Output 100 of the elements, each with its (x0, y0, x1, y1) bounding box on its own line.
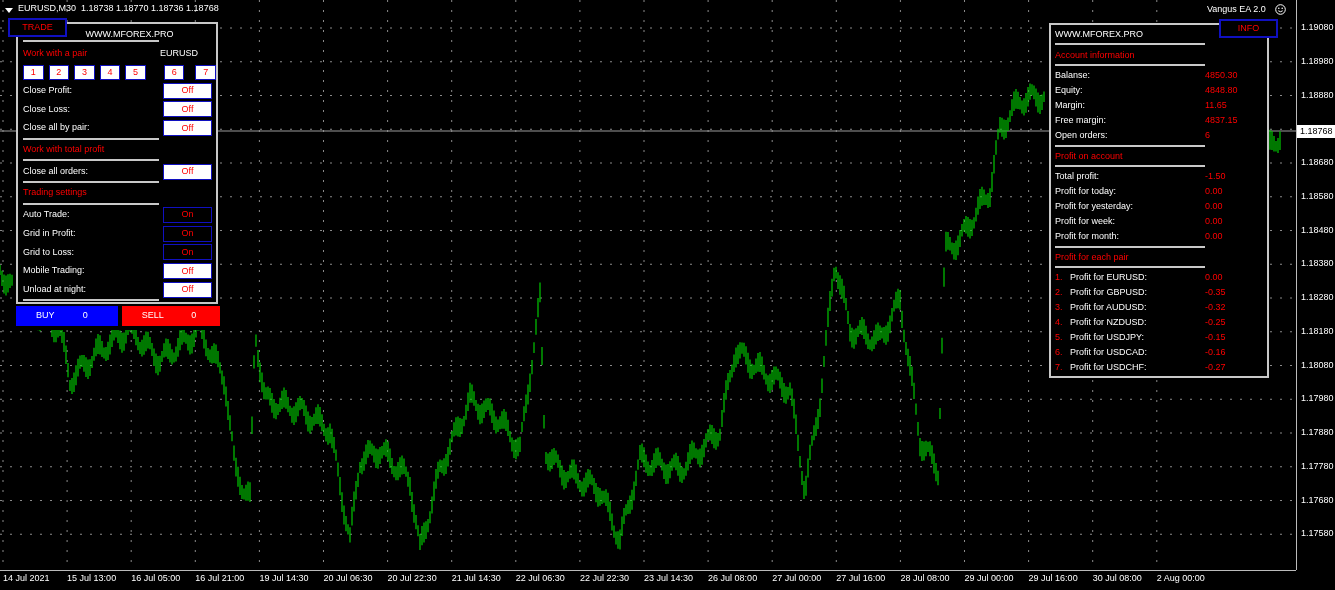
time-label: 27 Jul 16:00 (836, 574, 886, 583)
time-label: 22 Jul 22:30 (579, 574, 629, 583)
info-label: Profit for AUDUSD: (1070, 300, 1148, 314)
section-heading: Trading settings (23, 186, 88, 200)
toggle-button[interactable]: Off (163, 101, 212, 118)
info-label: Profit for USDCAD: (1070, 345, 1148, 359)
info-value: 0.00 (1205, 214, 1223, 228)
info-label: Margin: (1055, 98, 1086, 112)
section-heading: Work with total profit (23, 143, 106, 157)
price-label: 1.19080 (1301, 23, 1334, 32)
section-heading: Account information (1055, 49, 1136, 62)
time-label: 15 Jul 13:00 (67, 574, 117, 583)
section-heading: Work with a pair (23, 46, 89, 60)
trade-tab[interactable]: TRADE (8, 18, 67, 37)
time-label: 27 Jul 00:00 (772, 574, 822, 583)
price-bars-drawing (0, 264, 13, 296)
time-label: 28 Jul 08:00 (900, 574, 950, 583)
buy-button[interactable]: BUY 0 (16, 306, 118, 326)
setting-label: Close Loss: (23, 102, 72, 116)
info-value: -0.27 (1205, 360, 1226, 374)
info-label: Profit for USDJPY: (1070, 330, 1146, 344)
setting-label: Grid in Profit: (23, 226, 77, 240)
info-label: Profit for month: (1055, 229, 1121, 243)
toggle-button[interactable]: On (163, 225, 212, 242)
info-value: -0.15 (1205, 330, 1226, 344)
row-number: 6. (1055, 345, 1064, 359)
row-number: 7. (1055, 360, 1064, 374)
time-label: 29 Jul 00:00 (964, 574, 1014, 583)
time-label: 30 Jul 08:00 (1092, 574, 1142, 583)
section-heading: Profit for each pair (1055, 251, 1130, 264)
dropdown-icon[interactable] (5, 8, 13, 13)
info-label: Equity: (1055, 83, 1084, 97)
time-label: 16 Jul 05:00 (131, 574, 181, 583)
info-value: -0.16 (1205, 345, 1226, 359)
setting-label: Unload at night: (23, 283, 88, 296)
info-value: -0.35 (1205, 285, 1226, 299)
price-label: 1.17580 (1301, 529, 1334, 539)
toggle-button[interactable]: Off (163, 263, 212, 279)
info-label: Profit for yesterday: (1055, 199, 1135, 213)
info-value: 0.00 (1205, 229, 1223, 243)
info-value: 11.65 (1205, 98, 1227, 112)
pair-button[interactable]: 3 (74, 64, 95, 80)
time-label: 16 Jul 21:00 (195, 574, 245, 583)
info-label: Profit for USDCHF: (1070, 360, 1148, 374)
pair-button[interactable]: 4 (99, 64, 121, 80)
price-label: 1.18080 (1301, 360, 1334, 370)
info-label: Total profit: (1055, 169, 1101, 183)
row-number: 3. (1055, 300, 1064, 314)
price-label: 1.18680 (1301, 158, 1334, 167)
pair-button[interactable]: 2 (48, 64, 70, 80)
info-label: Free margin: (1055, 113, 1108, 127)
section-heading: Profit on account (1055, 150, 1124, 163)
row-number: 4. (1055, 315, 1064, 329)
price-label: 1.18580 (1301, 191, 1334, 201)
toggle-button[interactable]: Off (163, 281, 212, 298)
toggle-button[interactable]: Off (163, 120, 212, 137)
price-label: 1.18180 (1301, 326, 1334, 336)
price-label: 1.17880 (1301, 428, 1334, 437)
time-label: 14 Jul 2021 (3, 574, 50, 583)
price-label: 1.17680 (1301, 495, 1334, 505)
info-label: Open orders: (1055, 128, 1109, 142)
info-value: 6 (1205, 128, 1210, 142)
price-label: 1.18280 (1301, 293, 1334, 302)
time-label: 20 Jul 06:30 (323, 574, 373, 583)
info-tab[interactable]: INFO (1219, 19, 1278, 38)
pair-button[interactable]: 1 (23, 64, 44, 80)
info-value: 0.00 (1205, 184, 1223, 198)
info-value: 0.00 (1205, 199, 1223, 213)
time-label: 26 Jul 08:00 (708, 574, 758, 583)
symbol-info: EURUSD,M30 1.18738 1.18770 1.18736 1.18768 (18, 4, 219, 13)
row-number: 2. (1055, 285, 1064, 299)
toggle-button[interactable]: Off (163, 163, 212, 180)
info-label: Profit for EURUSD: (1070, 270, 1148, 284)
toggle-button[interactable]: On (163, 244, 212, 261)
sell-button[interactable]: SELL 0 (122, 306, 220, 326)
time-label: 20 Jul 22:30 (387, 574, 437, 583)
setting-label: Close all orders: (23, 164, 90, 178)
info-value: -0.25 (1205, 315, 1226, 329)
info-label: Profit for GBPUSD: (1070, 285, 1149, 299)
pair-button[interactable]: 5 (125, 64, 146, 80)
pair-name: EURUSD (160, 46, 198, 60)
setting-label: Close Profit: (23, 84, 74, 97)
toggle-button[interactable]: Off (163, 82, 212, 99)
price-label: 1.17780 (1301, 461, 1334, 471)
row-number: 5. (1055, 330, 1064, 344)
time-label: 21 Jul 14:30 (451, 574, 501, 583)
pair-button[interactable]: 7 (195, 64, 217, 80)
smiley-icon (1275, 4, 1286, 15)
info-value: -0.32 (1205, 300, 1226, 314)
setting-label: Auto Trade: (23, 208, 71, 222)
current-price-label: 1.18768 (1297, 125, 1335, 138)
info-label: Profit for NZDUSD: (1070, 315, 1148, 329)
setting-label: Close all by pair: (23, 121, 91, 135)
setting-label: Mobile Trading: (23, 264, 86, 278)
price-label: 1.18880 (1301, 90, 1334, 100)
time-label: 23 Jul 14:30 (644, 574, 694, 583)
info-value: 4848.80 (1205, 83, 1238, 97)
price-label: 1.18480 (1301, 225, 1334, 235)
toggle-button[interactable]: On (163, 206, 212, 223)
pair-button[interactable]: 6 (163, 64, 185, 80)
